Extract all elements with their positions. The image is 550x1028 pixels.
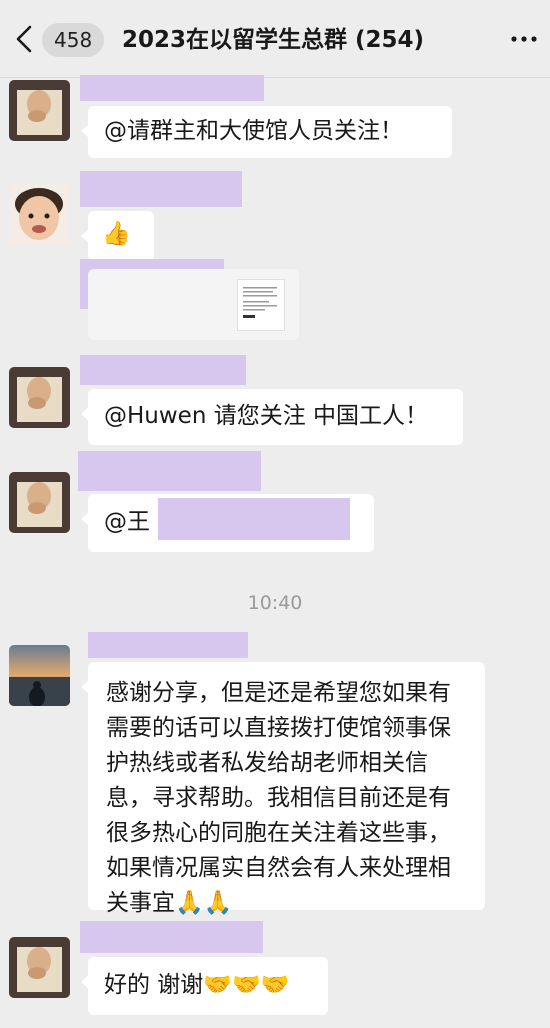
message-bubble[interactable]: 👍	[81, 211, 154, 261]
avatar[interactable]	[9, 80, 70, 141]
message-bubble[interactable]: 感谢分享，但是还是希望您如果有需要的话可以直接拨打使馆领事保护热线或者私发给胡老…	[81, 662, 485, 916]
avatar[interactable]	[9, 472, 70, 533]
message-bubble[interactable]: @请群主和大使馆人员关注！	[81, 106, 452, 158]
file-card-bubble[interactable]	[88, 269, 299, 340]
chat-header: 458 2023在以留学生总群 (254)	[0, 0, 550, 78]
message-text: @请群主和大使馆人员关注！	[104, 118, 403, 144]
sender-name-redacted	[80, 921, 263, 953]
avatar[interactable]	[9, 937, 70, 998]
sender-name-redacted	[78, 451, 261, 491]
avatar[interactable]	[9, 367, 70, 428]
avatar[interactable]	[9, 184, 70, 245]
avatar-hands-image	[9, 367, 70, 428]
mention-name-redacted	[158, 498, 350, 540]
chat-title: 2023在以留学生总群 (254)	[122, 27, 425, 53]
unread-count-badge[interactable]: 458	[42, 23, 105, 57]
avatar-hands-image	[9, 80, 70, 141]
message-text: 👍	[102, 221, 131, 247]
avatar-hands-image	[9, 472, 70, 533]
avatar-baby-image	[9, 184, 70, 245]
back-chevron-icon[interactable]	[12, 24, 36, 54]
message-text: @王	[104, 509, 150, 535]
sender-name-redacted	[80, 355, 246, 385]
sender-name-redacted	[80, 171, 242, 207]
message-bubble[interactable]: 好的 谢谢🤝🤝🤝	[81, 957, 328, 1015]
more-dots-icon[interactable]	[510, 29, 538, 49]
avatar-hands-image	[9, 937, 70, 998]
message-timestamp: 10:40	[247, 592, 303, 614]
document-thumbnail-icon	[237, 279, 285, 331]
message-text: 好的 谢谢🤝🤝🤝	[104, 972, 290, 998]
sender-name-redacted	[80, 75, 264, 101]
message-text: @Huwen 请您关注 中国工人！	[104, 403, 429, 429]
message-text: 感谢分享，但是还是希望您如果有需要的话可以直接拨打使馆领事保护热线或者私发给胡老…	[106, 680, 451, 916]
sender-name-redacted	[88, 632, 248, 658]
message-bubble[interactable]: @Huwen 请您关注 中国工人！	[81, 389, 463, 445]
avatar[interactable]	[9, 645, 70, 706]
avatar-sunset-image	[9, 645, 70, 706]
message-bubble[interactable]: @王	[81, 494, 374, 552]
